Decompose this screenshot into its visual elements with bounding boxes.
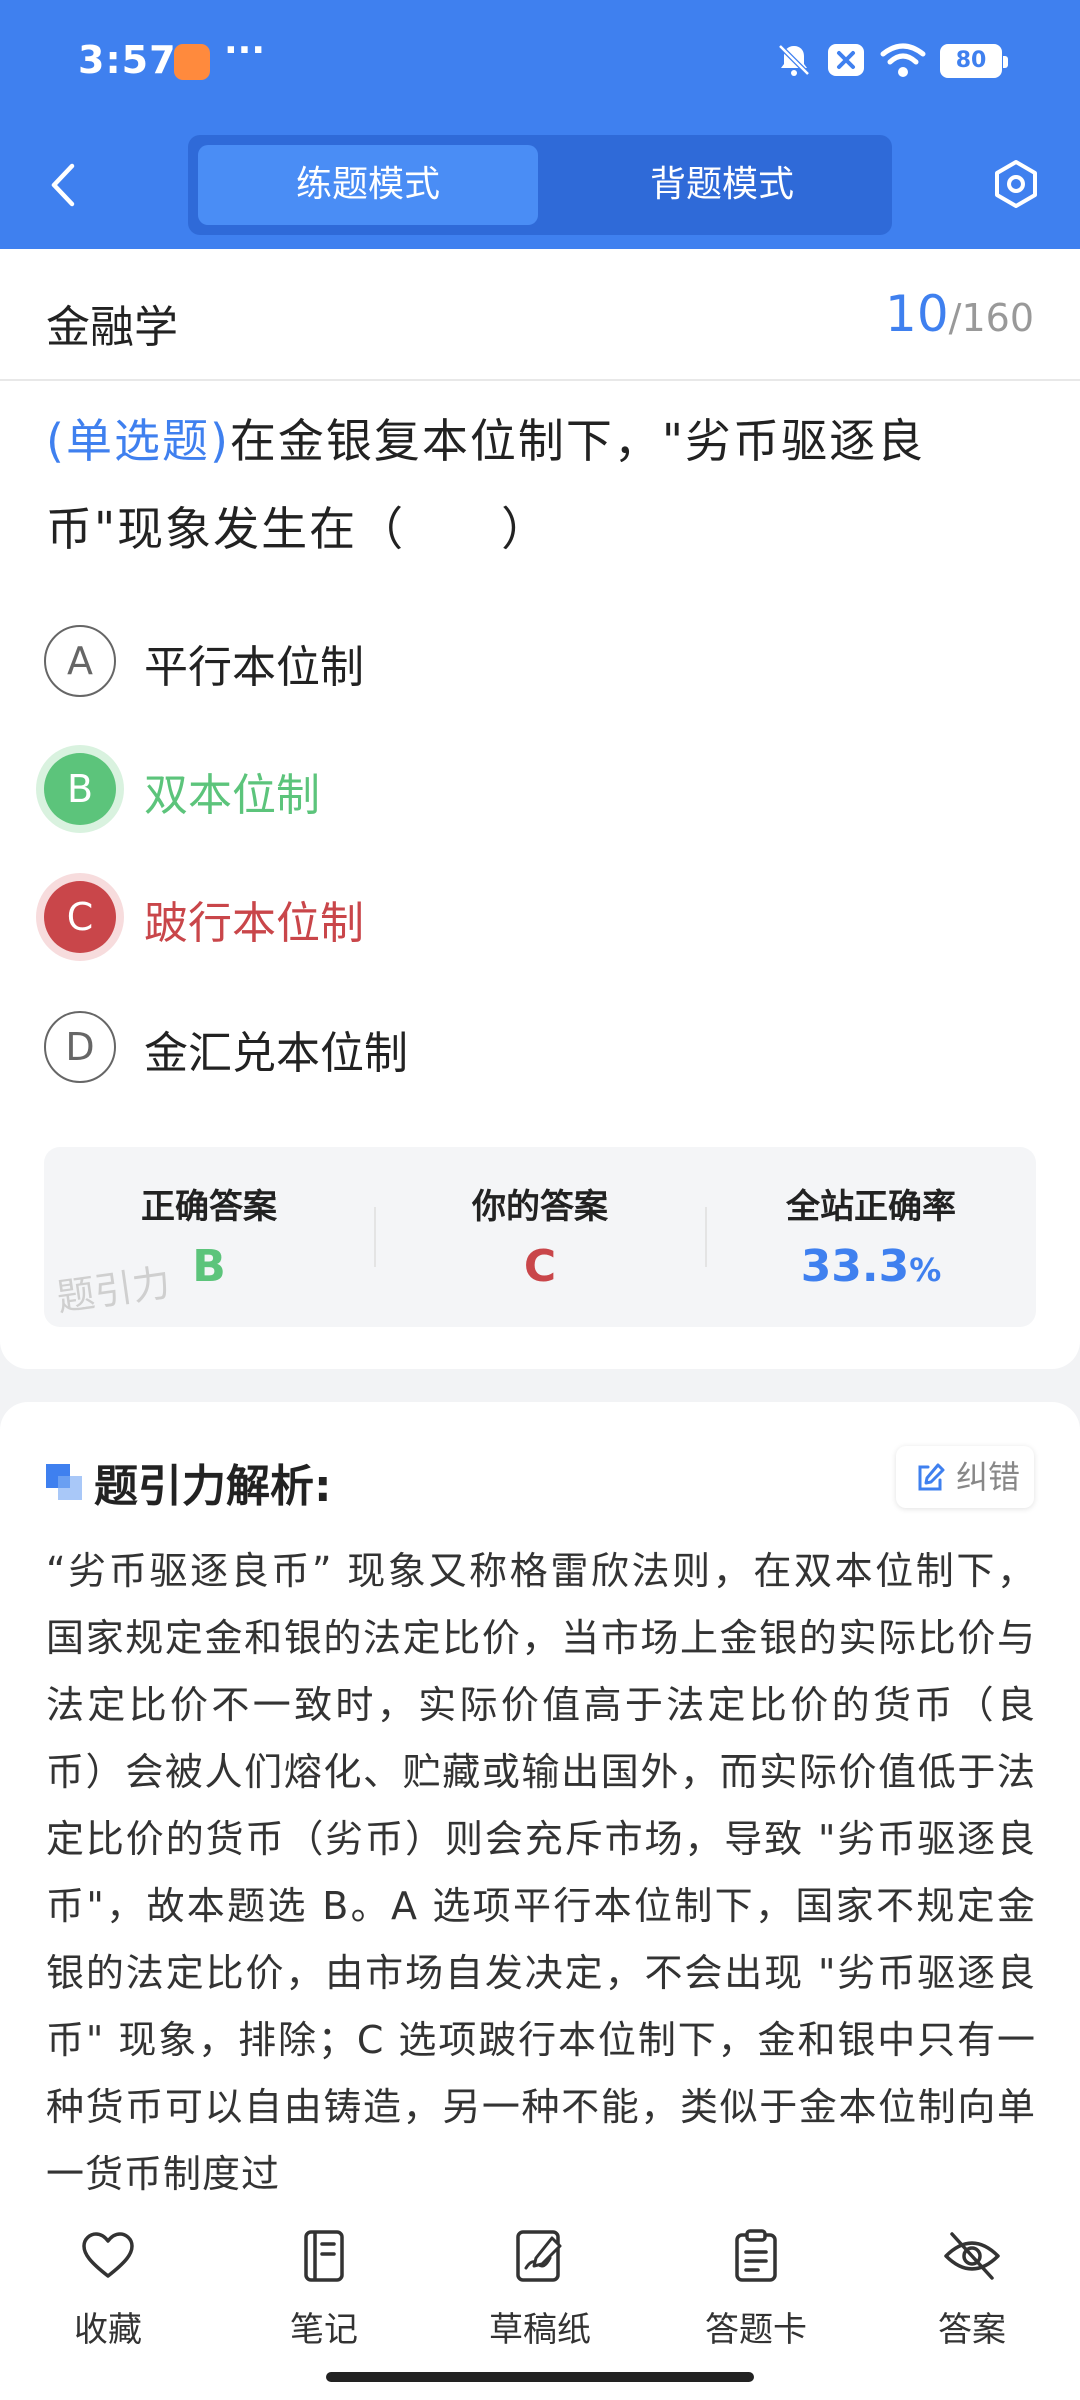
scratchpad-label: 草稿纸 — [489, 2310, 591, 2350]
battery-indicator: 80 — [940, 44, 1008, 78]
eye-off-icon — [944, 2232, 1000, 2280]
progress-separator: / — [948, 296, 962, 340]
your-answer-stat: 你的答案 C — [375, 1147, 705, 1327]
favorite-label: 收藏 — [74, 2310, 142, 2350]
analysis-title: 题引力解析: — [94, 1461, 332, 1512]
sim-disabled-icon — [828, 44, 864, 76]
option-letter: D — [44, 1011, 116, 1083]
option-letter: A — [44, 625, 116, 697]
analysis-section-icon — [46, 1464, 82, 1500]
scratchpad-icon — [516, 2230, 562, 2282]
answer-stats: 正确答案 B 题引力 你的答案 C 全站正确率 33.3% — [44, 1147, 1036, 1327]
divider — [0, 379, 1080, 381]
analysis-body: “劣币驱逐良币” 现象又称格雷欣法则，在双本位制下，国家规定金和银的法定比价，当… — [46, 1549, 1036, 2196]
answer-toggle-label: 答案 — [938, 2310, 1006, 2350]
correct-answer-label: 正确答案 — [141, 1187, 277, 1227]
question-card: 金融学 10/160 (单选题)在金银复本位制下，"劣币驱逐良币"现象发生在（ … — [0, 249, 1080, 1369]
option-letter: B — [44, 753, 116, 825]
option-text: 跛行本位制 — [144, 898, 364, 949]
status-time: 3:57 — [78, 38, 177, 82]
question-text: (单选题)在金银复本位制下，"劣币驱逐良币"现象发生在（ ） — [46, 397, 1036, 573]
your-answer-value: C — [523, 1241, 557, 1292]
answer-sheet-label: 答题卡 — [705, 2310, 807, 2350]
status-bar: 3:57 ··· 80 — [0, 0, 1080, 125]
app-notification-icon — [174, 44, 210, 80]
bottom-toolbar: 收藏 笔记 草稿纸 答题卡 答案 — [0, 2206, 1080, 2400]
option-d[interactable]: D 金汇兑本位制 — [44, 1011, 944, 1091]
report-error-label: 纠错 — [956, 1458, 1021, 1496]
tab-memorize-mode[interactable]: 背题模式 — [552, 145, 892, 225]
option-text: 双本位制 — [144, 770, 320, 821]
correct-answer-stat: 正确答案 B 题引力 — [44, 1147, 374, 1327]
back-arrow-icon[interactable] — [44, 160, 84, 210]
question-type: (单选题) — [46, 414, 230, 468]
mute-bell-icon — [778, 44, 810, 76]
your-answer-label: 你的答案 — [472, 1187, 608, 1227]
accuracy-number: 33.3 — [800, 1241, 910, 1292]
accuracy-stat: 全站正确率 33.3% — [706, 1147, 1036, 1327]
accuracy-label: 全站正确率 — [786, 1187, 956, 1227]
option-a[interactable]: A 平行本位制 — [44, 625, 944, 705]
notes-label: 笔记 — [290, 2310, 358, 2350]
option-text: 平行本位制 — [144, 642, 364, 693]
home-indicator[interactable] — [326, 2372, 754, 2382]
header: 3:57 ··· 80 练题模式 背题模式 — [0, 0, 1080, 249]
total-questions: 160 — [961, 296, 1034, 340]
clipboard-icon — [735, 2229, 777, 2282]
option-c[interactable]: C 跛行本位制 — [44, 881, 944, 961]
option-b[interactable]: B 双本位制 — [44, 753, 944, 833]
accuracy-unit: % — [909, 1251, 942, 1289]
option-letter: C — [44, 881, 116, 953]
favorite-button[interactable]: 收藏 — [18, 2228, 198, 2368]
notes-button[interactable]: 笔记 — [234, 2228, 414, 2368]
subject-title: 金融学 — [46, 302, 178, 353]
settings-icon[interactable] — [990, 158, 1042, 210]
question-progress: 10/160 — [885, 285, 1034, 343]
report-error-button[interactable]: 纠错 — [896, 1446, 1034, 1508]
answer-sheet-button[interactable]: 答题卡 — [666, 2228, 846, 2368]
notebook-icon — [304, 2230, 344, 2282]
mode-switch: 练题模式 背题模式 — [188, 135, 892, 235]
scratchpad-button[interactable]: 草稿纸 — [450, 2228, 630, 2368]
current-question-number: 10 — [885, 285, 949, 343]
wifi-icon — [880, 43, 926, 77]
edit-icon — [918, 1463, 945, 1491]
option-text: 金汇兑本位制 — [144, 1028, 408, 1079]
answer-toggle-button[interactable]: 答案 — [882, 2228, 1062, 2368]
more-notifications-icon: ··· — [224, 30, 266, 71]
tab-practice-mode[interactable]: 练题模式 — [198, 145, 538, 225]
accuracy-value: 33.3% — [706, 1241, 1036, 1292]
heart-icon — [82, 2232, 134, 2278]
